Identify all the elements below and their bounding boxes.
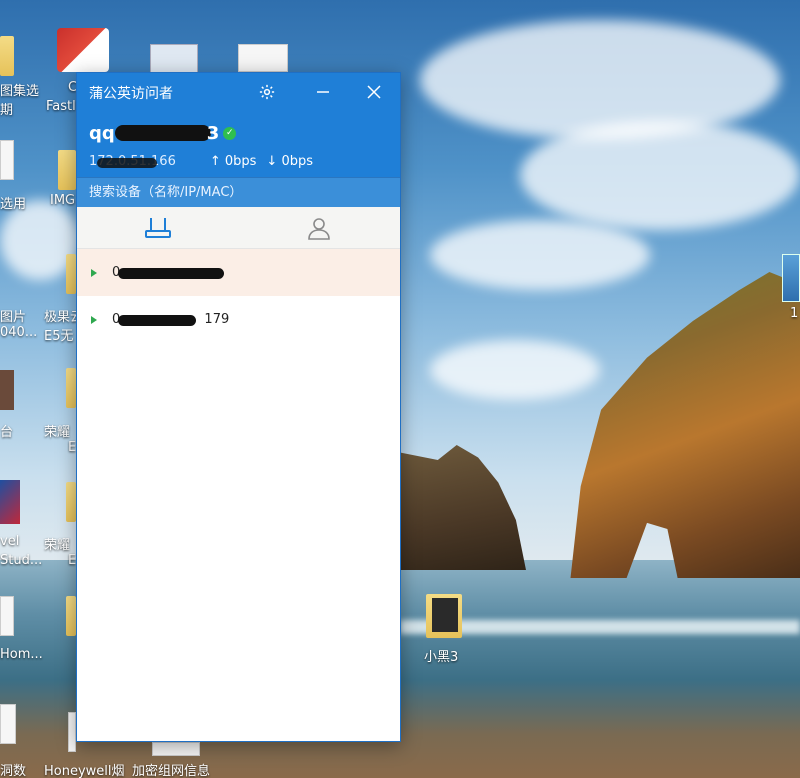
document-icon[interactable] xyxy=(0,704,16,744)
desktop-label: 加密组网信息 xyxy=(132,764,211,778)
desktop-label: vel xyxy=(0,534,20,549)
app-icon[interactable] xyxy=(0,480,20,524)
online-status-icon: ✓ xyxy=(223,126,237,140)
stats-row: 172.0.51.166 ↑ 0bps ↓ 0bps xyxy=(89,151,313,171)
desktop-label: 期 xyxy=(0,103,14,118)
window-header: 蒲公英访问者 qq 3 ✓ 172.0.51.166 ↑ 0bps ↓ 0b xyxy=(77,73,400,207)
expand-triangle-icon xyxy=(91,268,97,277)
redaction-mark xyxy=(114,125,211,141)
document-icon[interactable] xyxy=(0,140,14,180)
folder-icon[interactable] xyxy=(66,596,76,636)
folder-icon[interactable] xyxy=(58,150,76,190)
desktop-label: Honeywell烟 xyxy=(44,764,125,778)
desktop-label: 荣耀 xyxy=(44,425,71,440)
desktop-label: 洞数 xyxy=(0,764,27,778)
desktop-label: 台 xyxy=(0,425,14,440)
desktop-label: 小黑3 xyxy=(424,650,459,665)
user-icon xyxy=(307,218,330,240)
minimize-button[interactable] xyxy=(309,79,337,105)
desktop-label: Fastl xyxy=(46,99,76,114)
desktop-label: 图集选 xyxy=(0,84,40,99)
close-button[interactable] xyxy=(360,79,388,105)
upload-speed: ↑ 0bps xyxy=(209,153,257,169)
image-file-icon[interactable] xyxy=(150,44,198,74)
desktop-label: Hom... xyxy=(0,647,43,662)
cloud xyxy=(430,220,650,290)
device-list: 0 0 179 xyxy=(77,249,400,343)
device-name-suffix: 179 xyxy=(204,312,230,327)
window-title: 蒲公英访问者 xyxy=(89,86,173,102)
cloud xyxy=(420,20,780,140)
ip-address: 172.0.51.166 xyxy=(89,154,176,169)
cloud xyxy=(520,120,800,230)
gear-icon xyxy=(259,84,275,100)
account-name-suffix: 3 xyxy=(206,122,220,144)
app-icon[interactable] xyxy=(0,370,14,410)
close-icon xyxy=(367,85,381,99)
list-item[interactable]: 0 xyxy=(77,249,400,296)
minimize-icon xyxy=(317,91,329,93)
router-icon xyxy=(144,218,171,238)
device-search-input[interactable]: 搜索设备（名称/IP/MAC） xyxy=(77,177,400,207)
desktop-label: E xyxy=(68,440,77,455)
account-row: qq 3 ✓ xyxy=(89,121,237,145)
desktop-label: Stud... xyxy=(0,553,43,568)
desktop-label: 图片 xyxy=(0,310,27,325)
device-name: 0 xyxy=(112,265,224,280)
desktop-label: 荣耀 xyxy=(44,538,71,553)
document-icon[interactable] xyxy=(0,596,14,636)
download-speed: ↓ 0bps xyxy=(266,153,313,169)
redaction-mark xyxy=(118,268,224,279)
folder-icon[interactable] xyxy=(66,482,76,522)
device-name: 0 179 xyxy=(112,312,229,327)
desktop-label: 1 xyxy=(790,306,799,321)
document-icon[interactable] xyxy=(152,742,200,756)
desktop-label: 040... xyxy=(0,325,38,340)
expand-triangle-icon xyxy=(91,315,97,324)
desktop-label: 选用 xyxy=(0,197,27,212)
tab-bar xyxy=(77,207,400,249)
desktop-label: E xyxy=(68,553,77,568)
list-item[interactable]: 0 179 xyxy=(77,296,400,343)
app-icon[interactable] xyxy=(782,254,800,302)
folder-icon[interactable] xyxy=(0,36,14,76)
desktop-label: E5无 xyxy=(44,329,74,344)
video-file-icon[interactable] xyxy=(426,594,462,638)
desktop-label: IMG xyxy=(50,193,76,208)
folder-icon[interactable] xyxy=(66,254,76,294)
pgy-visitor-window: 蒲公英访问者 qq 3 ✓ 172.0.51.166 ↑ 0bps ↓ 0b xyxy=(76,72,401,742)
tab-users[interactable] xyxy=(238,207,399,249)
redaction-mark xyxy=(97,157,157,168)
app-shortcut-icon[interactable] xyxy=(57,28,109,72)
settings-button[interactable] xyxy=(253,79,281,105)
tab-devices[interactable] xyxy=(77,207,238,249)
cloud xyxy=(430,340,600,400)
document-icon[interactable] xyxy=(238,44,288,72)
redaction-mark xyxy=(118,315,196,326)
account-name-prefix: qq xyxy=(89,122,115,144)
document-icon[interactable] xyxy=(68,712,76,752)
folder-icon[interactable] xyxy=(66,368,76,408)
check-icon: ✓ xyxy=(226,127,234,138)
